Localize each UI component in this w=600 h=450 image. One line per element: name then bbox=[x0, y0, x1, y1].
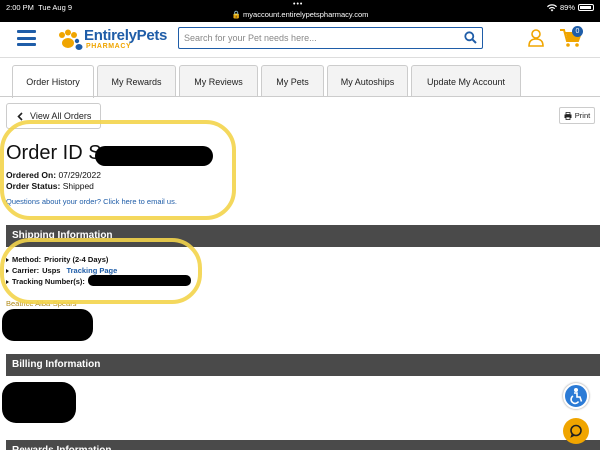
accessibility-icon bbox=[570, 388, 583, 405]
chat-icon bbox=[570, 424, 582, 438]
search-icon[interactable] bbox=[464, 31, 477, 44]
print-label: Print bbox=[574, 111, 591, 120]
accessibility-button[interactable] bbox=[563, 383, 589, 409]
tab-my-autoships[interactable]: My Autoships bbox=[327, 65, 408, 97]
printer-icon bbox=[564, 111, 572, 120]
wifi-icon bbox=[546, 3, 557, 11]
site-header: EntirelyPets PHARMACY 0 bbox=[0, 22, 600, 58]
menu-icon[interactable] bbox=[17, 30, 36, 46]
tab-update-my-account[interactable]: Update My Account bbox=[411, 65, 521, 97]
tab-order-history[interactable]: Order History bbox=[12, 65, 94, 98]
battery-indicator: 89% bbox=[546, 3, 594, 12]
account-tabs: Order History My Rewards My Reviews My P… bbox=[12, 65, 524, 98]
multitask-dots[interactable]: ••• bbox=[293, 1, 303, 8]
redacted-billing-address bbox=[2, 382, 76, 423]
paw-icon bbox=[59, 29, 83, 50]
cart-count-badge: 0 bbox=[572, 26, 583, 37]
battery-percent: 89% bbox=[559, 3, 575, 12]
print-button[interactable]: Print bbox=[559, 107, 595, 124]
billing-section-header: Billing Information bbox=[6, 354, 600, 376]
status-bar: 2:00 PM Tue Aug 9 ••• 🔒 myaccount.entire… bbox=[0, 0, 600, 22]
battery-icon bbox=[578, 4, 594, 11]
url-bar[interactable]: 🔒 myaccount.entirelypetspharmacy.com bbox=[0, 10, 600, 19]
logo-subtitle: PHARMACY bbox=[86, 43, 132, 50]
tab-divider bbox=[0, 96, 600, 97]
account-icon[interactable] bbox=[528, 29, 544, 47]
highlight-shipping-info bbox=[0, 238, 202, 304]
tab-my-pets[interactable]: My Pets bbox=[261, 65, 324, 97]
highlight-order-summary bbox=[0, 120, 236, 220]
rewards-section-header: Rewards Information bbox=[6, 440, 600, 450]
tab-my-reviews[interactable]: My Reviews bbox=[179, 65, 258, 97]
chevron-left-icon bbox=[17, 111, 23, 121]
logo-name: EntirelyPets bbox=[84, 27, 168, 44]
chat-button[interactable] bbox=[563, 418, 589, 444]
tab-my-rewards[interactable]: My Rewards bbox=[97, 65, 176, 97]
redacted-shipping-address bbox=[2, 309, 93, 341]
logo[interactable]: EntirelyPets PHARMACY bbox=[56, 26, 168, 54]
search-box bbox=[178, 27, 483, 49]
search-input[interactable] bbox=[179, 28, 459, 47]
